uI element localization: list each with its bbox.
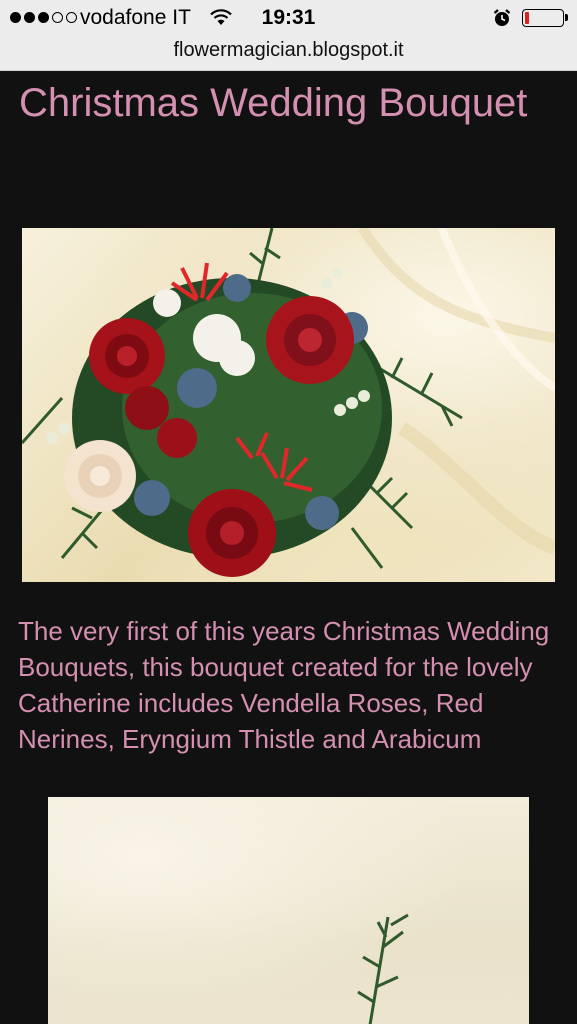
status-time: 19:31 [261, 6, 316, 29]
status-bar: vodafone IT 19:31 [0, 0, 577, 36]
browser-chrome: vodafone IT 19:31 flowermagician.blogspo… [0, 0, 577, 71]
post-title[interactable]: Christmas Wedding Bouquet [19, 77, 539, 129]
bouquet-illustration [22, 228, 555, 577]
alarm-clock-icon [493, 9, 511, 26]
battery-icon [522, 9, 568, 27]
blog-post: Christmas Wedding Bouquet The very first… [0, 71, 577, 1024]
sprig-illustration [357, 913, 409, 1024]
address-bar[interactable]: flowermagician.blogspot.it [0, 36, 577, 66]
post-body-text: The very first of this years Christmas W… [18, 616, 550, 754]
bouquet-photo[interactable] [22, 228, 555, 582]
second-photo[interactable] [48, 797, 529, 1024]
